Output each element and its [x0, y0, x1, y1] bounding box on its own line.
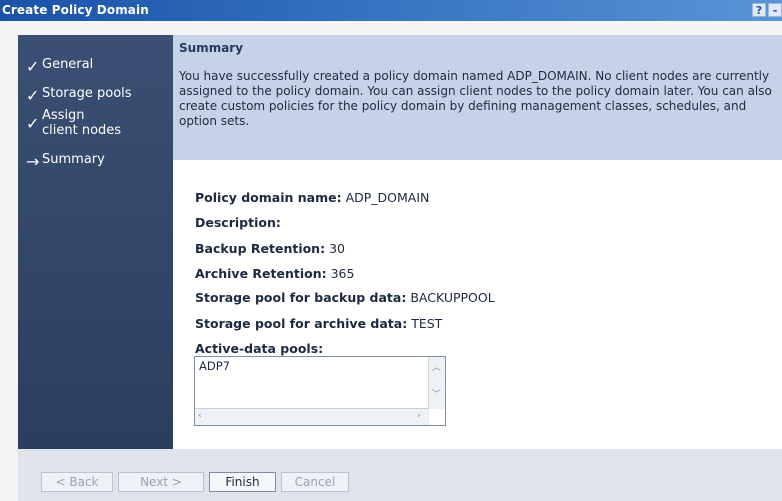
active-data-pools-list[interactable]: ADP7 ︿ ﹀ ‹ › — [194, 356, 446, 426]
backup-retention-label: Backup Retention: — [195, 241, 326, 256]
minimize-button[interactable]: - — [768, 3, 782, 17]
active-data-pools-row: Active-data pools: — [195, 341, 323, 356]
summary-message: You have successfully created a policy d… — [179, 69, 772, 128]
horizontal-scrollbar[interactable]: ‹ › — [195, 408, 429, 425]
scroll-right-icon[interactable]: › — [417, 411, 421, 421]
checkmark-icon: ✓ — [26, 57, 40, 76]
domain-name-value: ADP_DOMAIN — [345, 190, 430, 205]
backup-pool-row: Storage pool for backup data: BACKUPPOOL — [195, 290, 495, 305]
backup-pool-label: Storage pool for backup data: — [195, 290, 407, 305]
arrow-right-icon: → — [26, 152, 40, 171]
backup-pool-value: BACKUPPOOL — [410, 290, 495, 305]
window-title: Create Policy Domain — [2, 3, 149, 17]
create-policy-domain-window: Create Policy Domain ? - ✓ General ✓ Sto… — [0, 0, 782, 501]
scroll-left-icon[interactable]: ‹ — [198, 411, 202, 421]
domain-name-row: Policy domain name: ADP_DOMAIN — [195, 190, 429, 205]
list-item[interactable]: ADP7 — [199, 359, 230, 373]
archive-pool-row: Storage pool for archive data: TEST — [195, 316, 442, 331]
next-button[interactable]: Next > — [118, 472, 204, 492]
active-data-pools-label: Active-data pools: — [195, 341, 324, 356]
scroll-up-icon[interactable]: ︿ — [432, 360, 441, 373]
archive-retention-row: Archive Retention: 365 — [195, 266, 354, 281]
step-label: Summary — [42, 152, 105, 167]
archive-pool-value: TEST — [411, 316, 443, 331]
scroll-down-icon[interactable]: ﹀ — [432, 387, 441, 400]
description-label: Description: — [195, 215, 281, 230]
archive-pool-label: Storage pool for archive data: — [195, 316, 408, 331]
finish-button[interactable]: Finish — [209, 472, 276, 492]
checkmark-icon: ✓ — [26, 86, 40, 105]
wizard-steps-sidebar: ✓ General ✓ Storage pools ✓ Assign clien… — [18, 35, 173, 449]
step-label: Assign client nodes — [42, 108, 122, 138]
cancel-button[interactable]: Cancel — [281, 472, 349, 492]
description-row: Description: — [195, 215, 281, 230]
domain-name-label: Policy domain name: — [195, 190, 342, 205]
archive-retention-value: 365 — [330, 266, 355, 281]
backup-retention-value: 30 — [329, 241, 345, 256]
back-button[interactable]: < Back — [41, 472, 113, 492]
help-button[interactable]: ? — [752, 3, 766, 17]
archive-retention-label: Archive Retention: — [195, 266, 327, 281]
vertical-scrollbar[interactable]: ︿ ﹀ — [428, 357, 445, 409]
wizard-button-bar: < Back Next > Finish Cancel — [18, 449, 782, 501]
step-label: General — [42, 57, 94, 72]
summary-title: Summary — [179, 41, 244, 55]
checkmark-icon: ✓ — [26, 114, 40, 133]
backup-retention-row: Backup Retention: 30 — [195, 241, 345, 256]
title-bar: Create Policy Domain ? - — [0, 0, 782, 21]
step-label: Storage pools — [42, 86, 132, 101]
summary-header: Summary You have successfully created a … — [173, 35, 782, 160]
